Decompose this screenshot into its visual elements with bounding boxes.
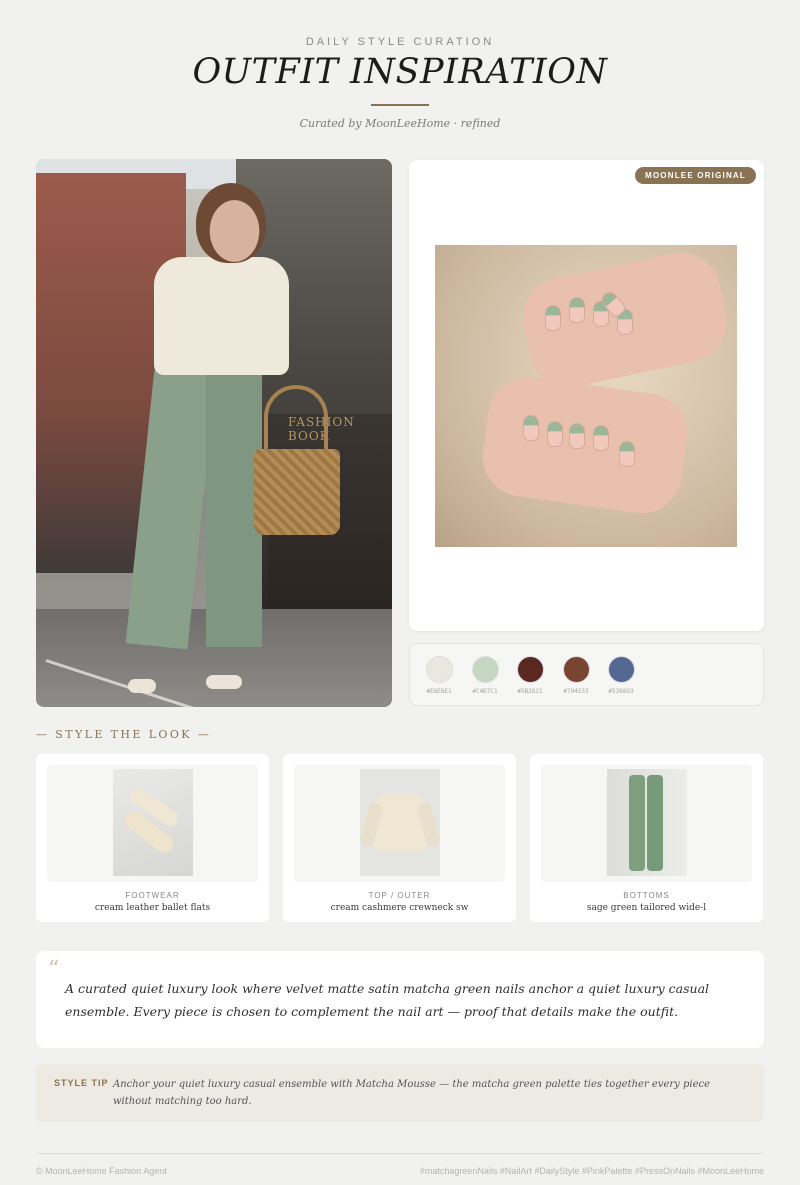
swatch-5[interactable] bbox=[608, 656, 635, 683]
kicker-text: DAILY STYLE CURATION bbox=[305, 36, 495, 48]
nail-art-photo[interactable] bbox=[435, 245, 737, 547]
page-title: OUTFIT INSPIRATION bbox=[192, 52, 608, 92]
nail-card: MOONLEE ORIGINAL bbox=[409, 160, 764, 631]
swatch-2-label: #C4D7C1 bbox=[472, 688, 498, 695]
nail-7 bbox=[547, 421, 563, 447]
swatch-1[interactable] bbox=[426, 656, 453, 683]
item-description: sage green tailored wide-l bbox=[586, 903, 707, 913]
hero-outfit-photo[interactable]: FASHION BOOK bbox=[36, 159, 392, 707]
style-tip-label: STYLE TIP bbox=[54, 1078, 109, 1088]
item-card-bottoms[interactable]: BOTTOMS sage green tailored wide-l bbox=[530, 754, 763, 922]
original-badge: MOONLEE ORIGINAL bbox=[635, 167, 756, 184]
pants-leg-right bbox=[647, 775, 663, 871]
swatch-4[interactable] bbox=[563, 656, 590, 683]
nail-9 bbox=[593, 425, 609, 451]
byline: Curated by MoonLeeHome · refined bbox=[299, 117, 501, 130]
item-description: cream leather ballet flats bbox=[94, 903, 211, 913]
item-category: TOP / OUTER bbox=[368, 891, 431, 900]
pants-leg-left bbox=[629, 775, 645, 871]
item-image-frame bbox=[47, 765, 258, 882]
quote-text: A curated quiet luxury look where velvet… bbox=[65, 981, 710, 1019]
color-palette: #E8E8E1 #C4D7C1 #5B2821 #794533 #536893 bbox=[409, 643, 764, 706]
swatch-2[interactable] bbox=[472, 656, 499, 683]
sweater-body bbox=[374, 793, 426, 851]
quote-card: “ A curated quiet luxury look where velv… bbox=[36, 951, 764, 1048]
footer-divider bbox=[36, 1153, 764, 1154]
swatch-3-label: #5B2821 bbox=[517, 688, 543, 695]
hero-shoe-right bbox=[206, 675, 242, 689]
nail-8 bbox=[569, 423, 585, 449]
quote-mark-icon: “ bbox=[48, 957, 60, 982]
item-description: cream cashmere crewneck sw bbox=[330, 903, 469, 913]
hero-woven-bag bbox=[254, 449, 340, 535]
item-image-frame bbox=[541, 765, 752, 882]
nail-6 bbox=[523, 415, 539, 441]
item-category: BOTTOMS bbox=[623, 891, 670, 900]
swatch-3[interactable] bbox=[517, 656, 544, 683]
hand-bottom bbox=[477, 371, 693, 519]
nail-2 bbox=[569, 297, 585, 323]
nail-1 bbox=[545, 305, 561, 331]
flats-photo bbox=[113, 769, 193, 876]
swatch-5-label: #536893 bbox=[608, 688, 634, 695]
item-image-frame bbox=[294, 765, 505, 882]
nail-10 bbox=[619, 441, 635, 467]
footer-copyright: © MoonLeeHome Fashion Agent bbox=[36, 1166, 167, 1176]
hero-shoe-left bbox=[128, 679, 156, 693]
swatch-1-label: #E8E8E1 bbox=[426, 688, 452, 695]
hero-sweater bbox=[154, 257, 289, 375]
footer-hashtags[interactable]: #matchagreenNails #NailArt #DailyStyle #… bbox=[420, 1166, 764, 1176]
sweater-photo bbox=[358, 769, 442, 876]
style-tip-box: STYLE TIP Anchor your quiet luxury casua… bbox=[36, 1064, 764, 1122]
style-tip-text: Anchor your quiet luxury casual ensemble… bbox=[113, 1079, 711, 1107]
item-category: FOOTWEAR bbox=[125, 891, 180, 900]
hero-model-head bbox=[196, 183, 266, 263]
swatch-4-label: #794533 bbox=[563, 688, 589, 695]
pants-photo bbox=[607, 769, 687, 876]
item-card-top[interactable]: TOP / OUTER cream cashmere crewneck sw bbox=[283, 754, 516, 922]
title-divider bbox=[371, 104, 429, 106]
item-card-footwear[interactable]: FOOTWEAR cream leather ballet flats bbox=[36, 754, 269, 922]
style-section-title: — STYLE THE LOOK — bbox=[36, 728, 212, 741]
